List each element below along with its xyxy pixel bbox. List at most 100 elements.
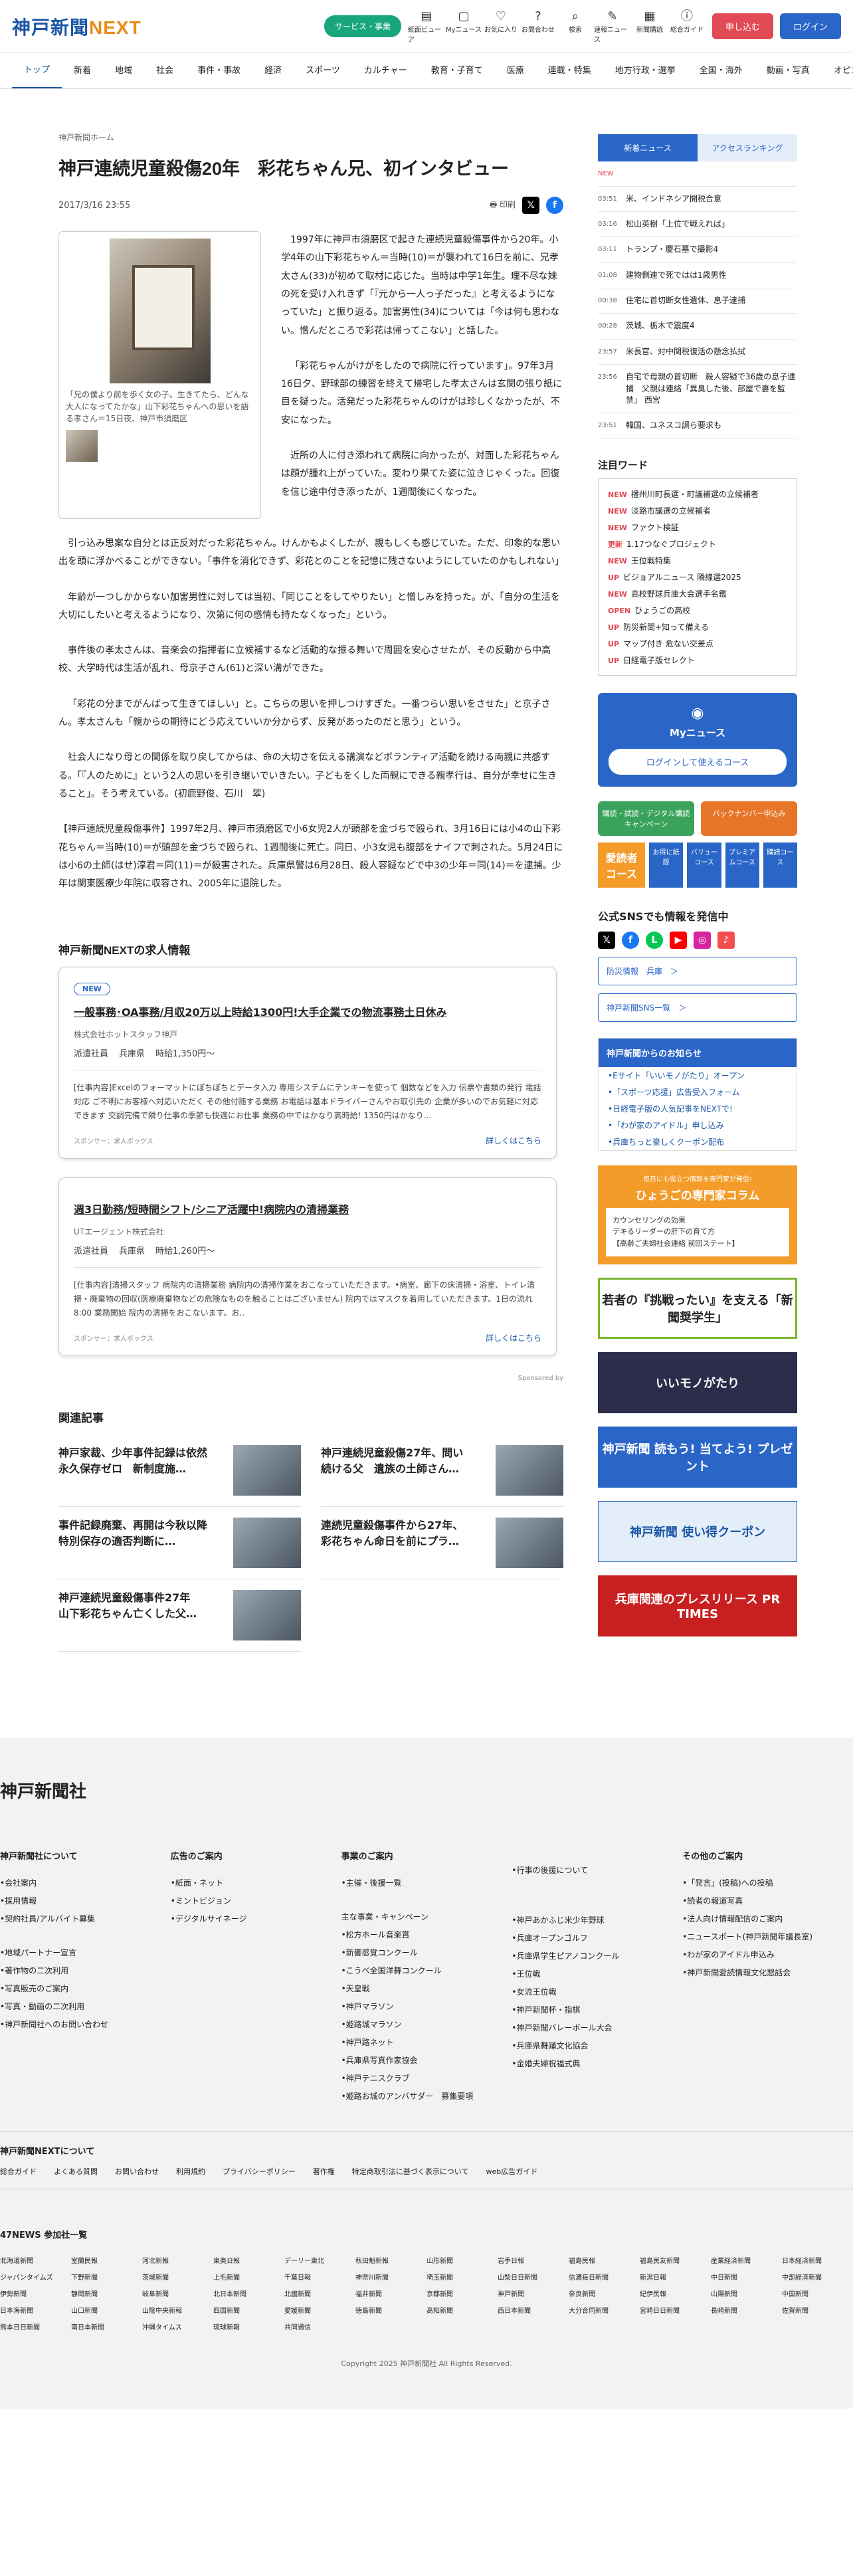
related-title[interactable]: 神戸家裁、少年事件記録は依然永久保存ゼロ 新制度施…	[58, 1445, 211, 1496]
footer-link[interactable]: •こうべ全国洋舞コンクール	[341, 1961, 512, 1979]
news-item[interactable]: 01:08 建物側連で死ではは1歳男性	[598, 263, 797, 289]
header-icon-item[interactable]: ⌕ 検索	[557, 9, 594, 44]
n47-member-link[interactable]: 埼玉新聞	[427, 2272, 498, 2282]
sidebar-banner[interactable]: 神戸新聞 読もう! 当てよう! プレゼント	[598, 1426, 797, 1488]
attention-label[interactable]: 高校野球兵庫大会選手名鑑	[631, 589, 727, 599]
footer-logo[interactable]: 神戸新聞社	[0, 1778, 853, 1803]
footer-link[interactable]: •兵庫オープンゴルフ	[512, 1929, 682, 1947]
nav-item[interactable]: 新着	[62, 53, 103, 88]
attention-item[interactable]: NEW 高校野球兵庫大会選手名鑑	[608, 585, 787, 602]
footer-link[interactable]: •神戸新聞杯・指棋	[512, 2001, 682, 2019]
header-icon-item[interactable]: ? お問合わせ	[520, 9, 557, 44]
header-icon-item[interactable]: ♡ お気に入り	[482, 9, 520, 44]
footer-link[interactable]: •写真販売のご案内	[0, 1979, 171, 1997]
course-1[interactable]: お得に紙版	[649, 842, 684, 888]
footer-link[interactable]: •兵庫県学生ピアノコンクール	[512, 1947, 682, 1965]
footer-link[interactable]: •金婚夫婦祝福式典	[512, 2054, 682, 2072]
footer-link[interactable]: •姫路城マラソン	[341, 2015, 512, 2033]
x-share-icon[interactable]: 𝕏	[522, 197, 539, 215]
attention-item[interactable]: UP 日経電子版セレクト	[608, 652, 787, 668]
n47-member-link[interactable]: 紀伊民報	[640, 2288, 711, 2298]
news-title[interactable]: 松山英樹「上位で戦えれば」	[626, 219, 729, 230]
footer-link[interactable]: •兵庫県写真作家協会	[341, 2051, 512, 2069]
news-title[interactable]: 米長官、対中関税復活の懸念払拭	[626, 346, 745, 357]
footer-link[interactable]: •天皇戦	[341, 1979, 512, 1997]
attention-label[interactable]: 防災新聞+知って備える	[623, 623, 709, 632]
nav-item[interactable]: 地方行政・選挙	[603, 53, 688, 88]
related-thumbnail[interactable]	[233, 1590, 301, 1641]
job-title[interactable]: 一般事務･OA事務/月収20万以上時給1300円!大手企業での物流事務土日休み	[74, 1003, 541, 1019]
n47-member-link[interactable]: 宮崎日日新聞	[640, 2305, 711, 2315]
job-card[interactable]: 週3日勤務/短時間シフト/シニア活躍中!病院内の清掃業務 UTエージェント株式会社…	[58, 1177, 557, 1357]
footer-link[interactable]: •契約社員/アルバイト募集	[0, 1910, 171, 1928]
footer-link[interactable]: •神戸テニスクラブ	[341, 2069, 512, 2087]
attention-item[interactable]: NEW 王位戦特集	[608, 552, 787, 569]
attention-label[interactable]: マップ付き 危ない交差点	[623, 639, 713, 648]
footer-bottom-link[interactable]: 特定商取引法に基づく表示について	[352, 2166, 469, 2177]
tab-new-news[interactable]: 新着ニュース	[598, 134, 698, 161]
footer-link[interactable]: •女流王位戦	[512, 1983, 682, 2001]
n47-member-link[interactable]: 南日本新聞	[71, 2322, 142, 2331]
sidebar-banner[interactable]: 兵庫関連のプレスリリース PR TIMES	[598, 1575, 797, 1636]
column-item[interactable]: デキるリーダーの肝下の育て方	[613, 1226, 783, 1238]
footer-bottom-link[interactable]: よくある質問	[54, 2166, 98, 2177]
related-thumbnail[interactable]	[496, 1518, 563, 1569]
footer-link[interactable]: •松方ホール音楽賞	[341, 1926, 512, 1943]
n47-member-link[interactable]: 神戸新聞	[498, 2288, 569, 2298]
subscribe-campaign-button[interactable]: 購読・試読・デジタル購読キャンペーン	[598, 801, 694, 836]
sidebar-banner[interactable]: いいモノがたり	[598, 1351, 797, 1413]
sidebar-banner[interactable]: 若者の『挑戦ったい』を支える「新聞奨学生」	[598, 1277, 797, 1339]
n47-member-link[interactable]: 福島民友新聞	[640, 2255, 711, 2265]
nav-item[interactable]: 経済	[252, 53, 294, 88]
footer-bottom-link[interactable]: お問い合わせ	[115, 2166, 159, 2177]
related-item[interactable]: 連続児童殺傷事件から27年、彩花ちゃん命日を前にプラ…	[321, 1507, 563, 1580]
related-thumbnail[interactable]	[233, 1518, 301, 1569]
nav-item[interactable]: 地域	[103, 53, 144, 88]
n47-member-link[interactable]: 中日新聞	[711, 2272, 782, 2282]
footer-link[interactable]: •デジタルサイネージ	[171, 1910, 341, 1928]
breadcrumb[interactable]: 神戸新聞ホーム	[58, 132, 563, 143]
nav-item[interactable]: 動画・写真	[755, 53, 822, 88]
n47-member-link[interactable]: 室蘭民報	[71, 2255, 142, 2265]
news-title[interactable]: 茨城、栃木で震度4	[626, 320, 695, 332]
n47-member-link[interactable]: 新潟日報	[640, 2272, 711, 2282]
footer-bottom-link[interactable]: 総合ガイド	[0, 2166, 37, 2177]
job-card[interactable]: NEW 一般事務･OA事務/月収20万以上時給1300円!大手企業での物流事務土日…	[58, 967, 557, 1159]
news-item[interactable]: 23:51 韓国、ユネスコ調ら要求も	[598, 413, 797, 439]
instagram-icon[interactable]: ◎	[694, 931, 711, 949]
news-item[interactable]: 23:57 米長官、対中関税復活の懸念払拭	[598, 340, 797, 365]
footer-link[interactable]: •主催・後援一覧	[341, 1874, 512, 1892]
n47-member-link[interactable]: 北海道新聞	[0, 2255, 71, 2265]
attention-label[interactable]: ファクト検証	[631, 523, 679, 532]
attention-label[interactable]: 播州川町長選・町議補選の立候補者	[631, 490, 759, 499]
n47-member-link[interactable]: 中国新聞	[782, 2288, 853, 2298]
n47-member-link[interactable]: 産業経済新聞	[711, 2255, 782, 2265]
related-title[interactable]: 神戸連続児童殺傷27年、問い続ける父 遺族の土師さん…	[321, 1445, 474, 1496]
column-item[interactable]: カウンセリングの効果	[613, 1215, 783, 1227]
n47-member-link[interactable]: 下野新聞	[71, 2272, 142, 2282]
news-item[interactable]: 23:56 自宅で母親の首切断 殺人容疑で36歳の息子逮捕 父親は連絡「異臭した後…	[598, 365, 797, 414]
header-icon-item[interactable]: ▤ 紙面ビューア	[408, 9, 445, 44]
footer-link[interactable]: •姫路お城のアンバサダー 募集要項	[341, 2087, 512, 2105]
footer-link[interactable]: •王位戦	[512, 1965, 682, 1983]
n47-member-link[interactable]: 秋田魁新報	[355, 2255, 427, 2265]
footer-link[interactable]: •採用情報	[0, 1892, 171, 1910]
course-4[interactable]: 購読コース	[763, 842, 797, 888]
n47-member-link[interactable]: 東奥日報	[213, 2255, 284, 2265]
notice-item[interactable]: •日経電子版の人気記事をNEXTで!	[599, 1100, 797, 1117]
expert-column-box[interactable]: 毎日にも役立つ情報を専門家が発信! ひょうごの専門家コラム カウンセリングの効果…	[598, 1165, 797, 1264]
course-reader[interactable]: 愛読者コース	[598, 842, 645, 888]
news-title[interactable]: 韓国、ユネスコ調ら要求も	[626, 420, 721, 431]
footer-link[interactable]: •わが家のアイドル申込み	[682, 1945, 853, 1963]
n47-member-link[interactable]: 日本経済新聞	[782, 2255, 853, 2265]
footer-link[interactable]: •法人向け情報配信のご案内	[682, 1910, 853, 1928]
n47-member-link[interactable]: 高知新聞	[427, 2305, 498, 2315]
related-title[interactable]: 事件記録廃棄、再開は今秋以降 特別保存の適否判断に…	[58, 1518, 218, 1568]
photo-image[interactable]	[109, 239, 211, 384]
nav-item[interactable]: 社会	[144, 53, 185, 88]
header-icon-item[interactable]: ▢ Myニュース	[445, 9, 482, 44]
news-title[interactable]: 自宅で母親の首切断 殺人容疑で36歳の息子逮捕 父親は連絡「異臭した後、部屋で妻…	[626, 371, 797, 406]
n47-member-link[interactable]: 伊勢新聞	[0, 2288, 71, 2298]
service-button[interactable]: サービス・事業	[324, 15, 401, 37]
news-item[interactable]: 00:28 茨城、栃木で震度4	[598, 314, 797, 340]
